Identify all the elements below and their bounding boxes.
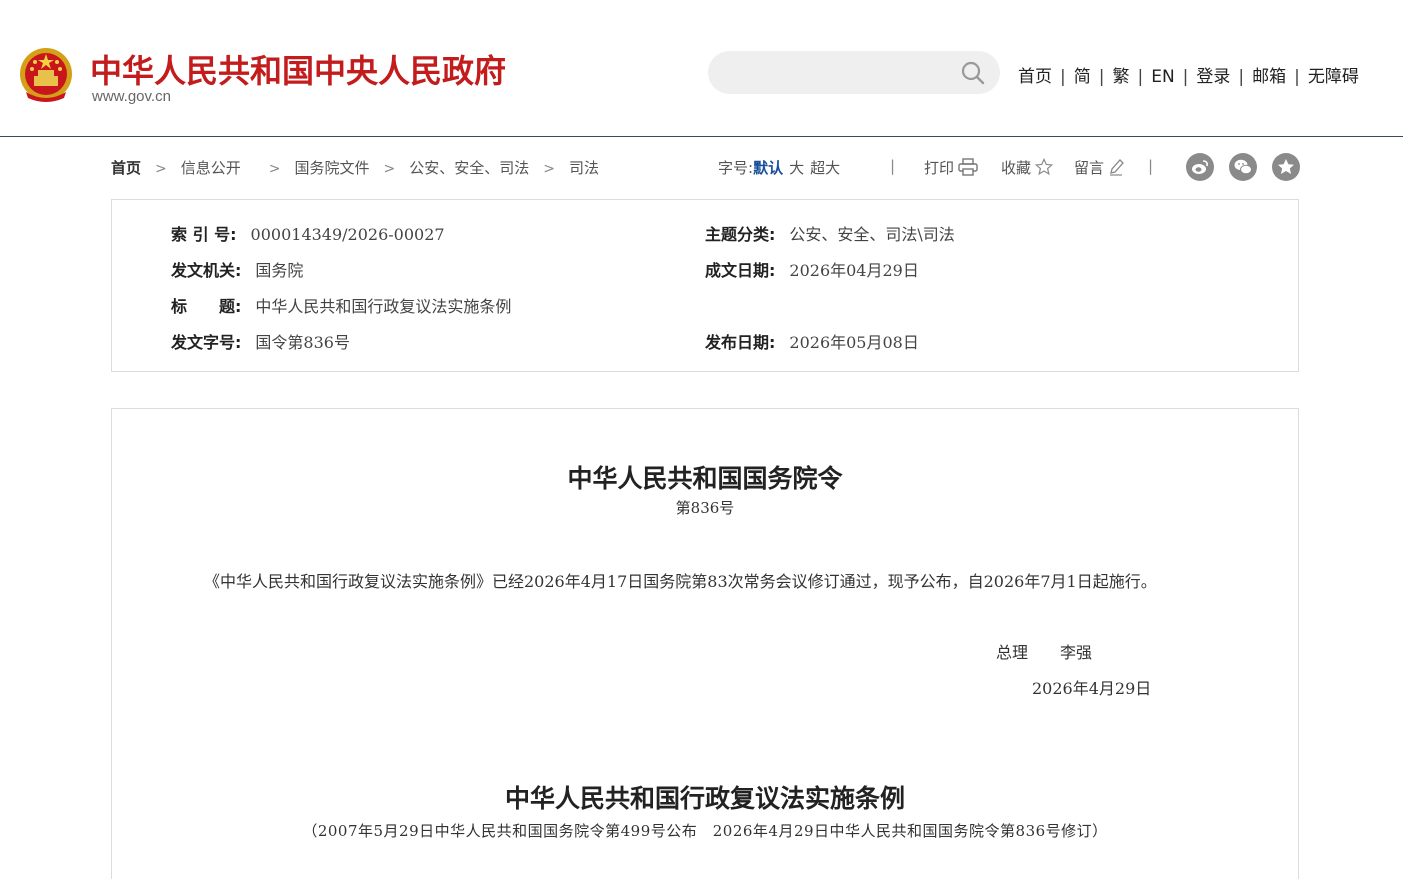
meta-topic-label: 主题分类: — [705, 225, 776, 244]
wechat-icon — [1234, 159, 1252, 175]
nav-mail[interactable]: 邮箱 — [1252, 67, 1286, 87]
meta-title-value: 中华人民共和国行政复议法实施条例 — [255, 297, 512, 316]
print-button[interactable]: 打印 — [924, 157, 978, 178]
breadcrumb-arrow: > — [383, 161, 396, 177]
toolbar-separator: | — [1148, 157, 1154, 175]
comment-label: 留言 — [1074, 159, 1105, 177]
nav-separator: | — [1238, 67, 1245, 87]
font-size-xlarge[interactable]: 超大 — [810, 159, 840, 177]
search-input[interactable] — [708, 51, 1000, 94]
favorite-button[interactable]: 收藏 — [1001, 157, 1054, 178]
font-size-large[interactable]: 大 — [789, 159, 804, 177]
weibo-share-button[interactable] — [1186, 153, 1214, 181]
breadcrumb-security-justice[interactable]: 公安、安全、司法 — [409, 159, 529, 177]
signatory: 总理 李强 — [996, 643, 1093, 662]
meta-doc-number: 发文字号: 国令第836号 — [171, 329, 350, 353]
breadcrumb-home[interactable]: 首页 — [111, 159, 141, 177]
breadcrumb-state-council-docs[interactable]: 国务院文件 — [295, 159, 370, 177]
document-metadata: 索 引 号: 000014349/2026-00027 主题分类: 公安、安全、司法… — [111, 199, 1299, 372]
meta-issuer: 发文机关: 国务院 — [171, 257, 303, 281]
print-label: 打印 — [924, 159, 955, 177]
order-paragraph: 《中华人民共和国行政复议法实施条例》已经2026年4月17日国务院第83次常务会… — [204, 572, 1157, 591]
article-body: 中华人民共和国国务院令 第836号 《中华人民共和国行政复议法实施条例》已经20… — [111, 408, 1299, 879]
meta-published-value: 2026年05月08日 — [789, 333, 919, 352]
meta-docno-value: 国令第836号 — [255, 333, 350, 352]
nav-separator: | — [1182, 67, 1189, 87]
site-domain: www.gov.cn — [92, 88, 171, 105]
meta-index-value: 000014349/2026-00027 — [250, 225, 445, 244]
favorite-share-button[interactable] — [1272, 153, 1300, 181]
meta-index-label: 索 引 号: — [171, 225, 237, 244]
order-number: 第836号 — [675, 499, 735, 517]
comment-button[interactable]: 留言 — [1074, 157, 1124, 178]
nav-accessibility[interactable]: 无障碍 — [1308, 67, 1359, 87]
meta-docno-label: 发文字号: — [171, 333, 242, 352]
breadcrumb: 首页 > 信息公开 > 国务院文件 > 公安、安全、司法 > 司法 — [111, 157, 599, 178]
nav-separator: | — [1137, 67, 1144, 87]
font-size-label: 字号: — [718, 159, 754, 177]
search-icon[interactable] — [960, 60, 986, 86]
nav-separator: | — [1060, 67, 1066, 87]
meta-topic-value: 公安、安全、司法\司法 — [789, 225, 955, 244]
regulation-note: （2007年5月29日中华人民共和国国务院令第499号公布 2026年4月29日… — [302, 822, 1108, 840]
breadcrumb-arrow: > — [268, 161, 281, 177]
meta-title: 标 题: 中华人民共和国行政复议法实施条例 — [171, 293, 511, 317]
breadcrumb-arrow: > — [155, 161, 167, 177]
meta-issuer-label: 发文机关: — [171, 261, 242, 280]
regulation-title: 中华人民共和国行政复议法实施条例 — [504, 784, 905, 813]
meta-title-label: 标 题: — [171, 297, 242, 316]
meta-written-value: 2026年04月29日 — [789, 261, 919, 280]
sign-date: 2026年4月29日 — [1032, 679, 1152, 698]
site-header: 中华人民共和国中央人民政府 www.gov.cn 首页 | 简 | 繁 | EN | 登录 | 邮箱… — [0, 0, 1403, 137]
top-nav: 首页 | 简 | 繁 | EN | 登录 | 邮箱 | 无障碍 — [1018, 62, 1359, 87]
breadcrumb-arrow: > — [543, 161, 555, 177]
meta-written-date: 成文日期: 2026年04月29日 — [705, 257, 919, 281]
meta-written-label: 成文日期: — [705, 261, 776, 280]
toolbar-separator: | — [890, 157, 896, 175]
nav-english[interactable]: EN — [1151, 67, 1174, 87]
nav-login[interactable]: 登录 — [1196, 67, 1230, 87]
favorite-label: 收藏 — [1001, 159, 1032, 177]
pencil-icon — [1110, 159, 1124, 176]
meta-topic: 主题分类: 公安、安全、司法\司法 — [705, 221, 955, 245]
print-icon — [958, 158, 978, 176]
breadcrumb-info-public[interactable]: 信息公开 — [181, 159, 241, 177]
font-size-selector: 字号:默认大超大 — [718, 157, 840, 178]
nav-home[interactable]: 首页 — [1018, 67, 1052, 87]
star-icon — [1034, 157, 1054, 176]
site-title[interactable]: 中华人民共和国中央人民政府 — [90, 46, 506, 92]
nav-traditional[interactable]: 繁 — [1112, 67, 1129, 87]
font-size-default[interactable]: 默认 — [753, 159, 783, 177]
nav-simplified[interactable]: 简 — [1074, 67, 1091, 87]
emblem-icon[interactable] — [18, 46, 74, 104]
order-title: 中华人民共和国国务院令 — [567, 464, 843, 493]
wechat-share-button[interactable] — [1229, 153, 1257, 181]
nav-separator: | — [1294, 67, 1300, 87]
meta-issuer-value: 国务院 — [255, 261, 304, 280]
favorite-star-icon — [1278, 159, 1294, 174]
meta-published-date: 发布日期: 2026年05月08日 — [705, 329, 919, 353]
nav-separator: | — [1098, 67, 1105, 87]
breadcrumb-justice[interactable]: 司法 — [569, 159, 599, 177]
meta-published-label: 发布日期: — [705, 333, 776, 352]
weibo-icon — [1192, 160, 1208, 174]
meta-index: 索 引 号: 000014349/2026-00027 — [171, 221, 445, 245]
